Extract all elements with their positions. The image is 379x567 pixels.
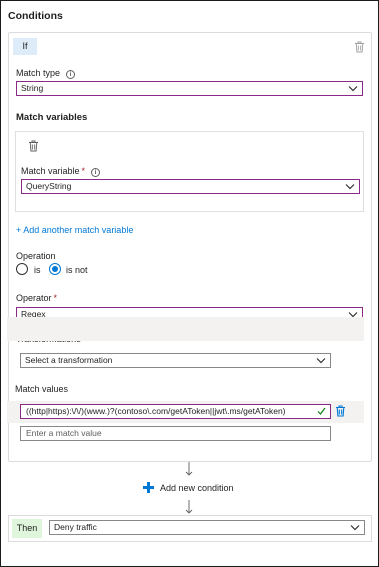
required-mark: * bbox=[81, 166, 86, 176]
match-variables-title: Match variables bbox=[16, 112, 88, 123]
transformations-row bbox=[7, 317, 364, 341]
if-badge: If bbox=[13, 38, 37, 55]
match-variable-card: Match variable * i QueryString bbox=[15, 131, 364, 212]
operation-is-not-label: is not bbox=[66, 265, 88, 275]
match-value-input[interactable]: ((http|https):\/\/)(www.)?(contoso\.com/… bbox=[20, 404, 331, 419]
transformations-dropdown[interactable]: Select a transformation bbox=[20, 353, 331, 368]
plus-icon bbox=[143, 482, 154, 493]
delete-condition-trash-icon[interactable] bbox=[354, 41, 365, 53]
delete-match-variable-trash-icon[interactable] bbox=[28, 140, 39, 152]
add-new-condition-label: Add new condition bbox=[160, 483, 234, 493]
chevron-down-icon bbox=[350, 525, 360, 531]
action-dropdown[interactable]: Deny traffic bbox=[49, 520, 365, 535]
info-icon[interactable]: i bbox=[91, 168, 101, 177]
panel-title: Conditions bbox=[8, 10, 63, 22]
operator-label-wrap: Operator * bbox=[16, 293, 57, 303]
operation-is-not-radio[interactable] bbox=[49, 263, 61, 275]
match-values-label: Match values bbox=[15, 384, 69, 394]
operation-label: Operation bbox=[16, 251, 56, 261]
match-variable-dropdown[interactable]: QueryString bbox=[21, 179, 360, 194]
match-variable-label-wrap: Match variable * i bbox=[21, 166, 101, 177]
match-type-label-wrap: Match type i bbox=[16, 68, 76, 79]
operator-label: Operator bbox=[16, 293, 52, 303]
match-variable-label: Match variable bbox=[21, 166, 80, 176]
chevron-down-icon bbox=[348, 86, 358, 92]
match-value-placeholder: Enter a match value bbox=[26, 428, 102, 438]
checkmark-icon bbox=[317, 407, 326, 415]
chevron-down-icon bbox=[345, 184, 355, 190]
arrow-down-icon bbox=[185, 500, 193, 514]
if-condition-card: If Match type i String Match variables Ma… bbox=[8, 32, 372, 462]
info-icon[interactable]: i bbox=[66, 70, 76, 79]
delete-match-value-trash-icon[interactable] bbox=[335, 405, 346, 417]
then-badge: Then bbox=[12, 519, 42, 538]
new-match-value-input[interactable]: Enter a match value bbox=[20, 426, 331, 441]
action-value: Deny traffic bbox=[54, 522, 97, 532]
match-type-dropdown[interactable]: String bbox=[16, 81, 363, 96]
add-match-variable-link[interactable]: + Add another match variable bbox=[16, 225, 133, 235]
match-type-label: Match type bbox=[16, 68, 61, 78]
then-action-card: Then Deny traffic bbox=[8, 515, 372, 542]
required-mark: * bbox=[53, 293, 58, 303]
add-new-condition-button[interactable]: Add new condition bbox=[143, 482, 234, 496]
match-value-text: ((http|https):\/\/)(www.)?(contoso\.com/… bbox=[26, 406, 286, 416]
match-type-value: String bbox=[21, 83, 44, 93]
operation-is-label: is bbox=[34, 265, 41, 275]
chevron-down-icon bbox=[316, 358, 326, 364]
arrow-down-icon bbox=[185, 462, 193, 476]
operation-is-radio[interactable] bbox=[16, 263, 28, 275]
transformations-placeholder: Select a transformation bbox=[25, 355, 113, 365]
conditions-panel: Conditions If Match type i String Match v… bbox=[0, 0, 379, 567]
match-variable-value: QueryString bbox=[26, 181, 72, 191]
